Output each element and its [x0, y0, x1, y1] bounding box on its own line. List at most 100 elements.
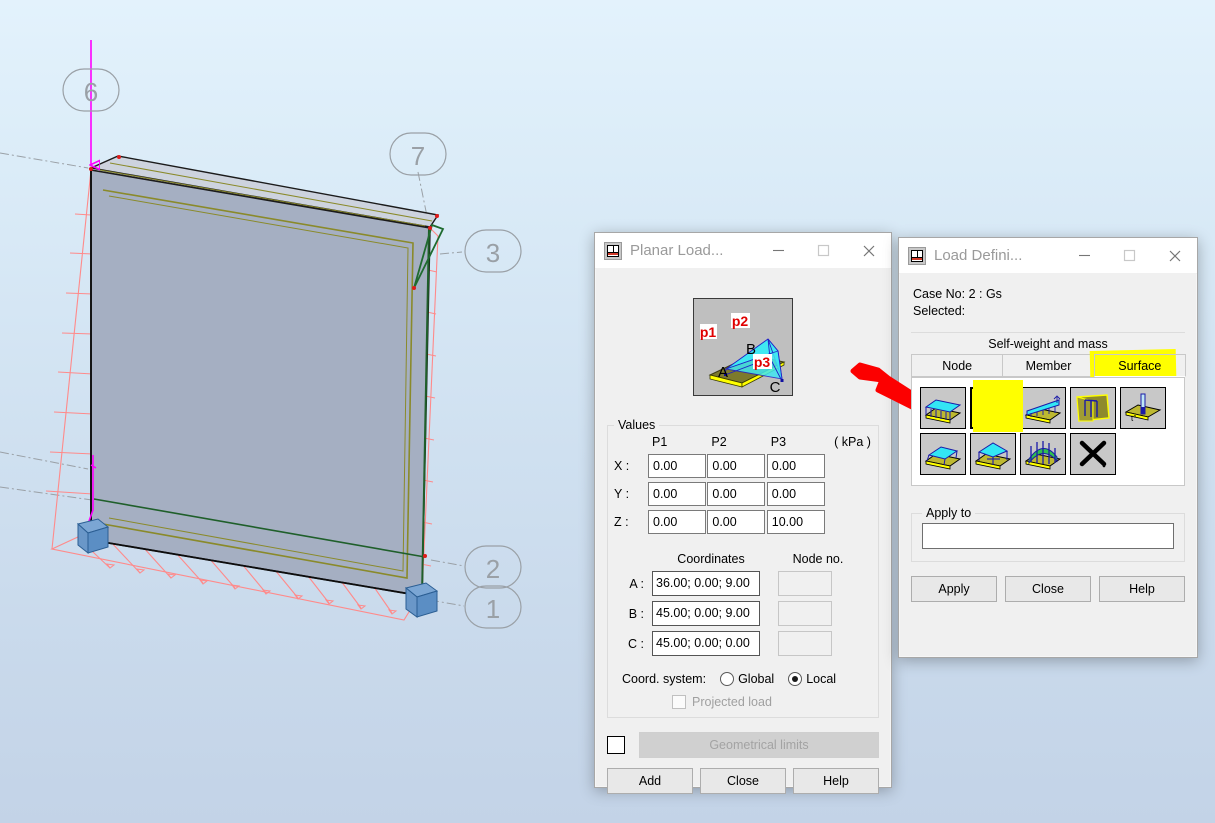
- coordinates-header: Coordinates: [652, 552, 770, 566]
- load-definition-dialog[interactable]: Load Defini... Case No: 2 : Gs Selected:…: [898, 237, 1198, 658]
- coordinate-row-a: A : 36.00; 0.00; 9.00: [614, 571, 872, 596]
- uniform-surface-load-icon[interactable]: [920, 387, 966, 429]
- coord-label-c: C :: [614, 637, 652, 651]
- minimize-button[interactable]: [1062, 238, 1107, 274]
- input-x-p1[interactable]: 0.00: [648, 454, 706, 478]
- input-coord-b[interactable]: 45.00; 0.00; 9.00: [652, 601, 760, 626]
- hydrostatic-load-icon[interactable]: [1020, 433, 1066, 475]
- input-z-p2[interactable]: 0.00: [707, 510, 765, 534]
- input-x-p3[interactable]: 0.00: [767, 454, 825, 478]
- surface-load-arrows-wall: [46, 170, 93, 549]
- close-button-loaddef[interactable]: Close: [1005, 576, 1091, 602]
- planar-load-title: Planar Load...: [630, 242, 756, 259]
- linear-3point-surface-load-icon[interactable]: [970, 387, 1016, 429]
- values-row-y: Y : 0.00 0.00 0.00: [614, 480, 872, 508]
- projected-load-checkbox[interactable]: [672, 695, 686, 709]
- icon-grid-row-1: t°: [920, 387, 1176, 429]
- node-label-6: 6: [84, 77, 98, 107]
- planar-load-preview-image: p2 p1 p3 A B C: [693, 298, 793, 396]
- preview-label-c: C: [770, 379, 781, 395]
- preview-label-b: B: [746, 341, 756, 358]
- surface-load-on-contour-icon[interactable]: [1070, 387, 1116, 429]
- values-group-label: Values: [614, 418, 659, 432]
- input-coord-c[interactable]: 45.00; 0.00; 0.00: [652, 631, 760, 656]
- col-p2: P2: [707, 435, 766, 452]
- load-type-tabs: Node Member Surface: [911, 354, 1185, 377]
- col-p1: P1: [648, 435, 707, 452]
- close-button-planar[interactable]: Close: [700, 768, 786, 794]
- row-label-x: X :: [614, 452, 648, 480]
- load-definition-title: Load Defini...: [934, 247, 1062, 264]
- app-root: 6 7 3 2 1 Planar Load...: [0, 0, 1215, 823]
- radio-local[interactable]: [788, 672, 802, 686]
- radio-global[interactable]: [720, 672, 734, 686]
- planar-load-titlebar[interactable]: Planar Load...: [595, 233, 891, 269]
- maximize-button[interactable]: [1107, 238, 1152, 274]
- load-definition-titlebar[interactable]: Load Defini...: [899, 238, 1197, 274]
- preview-container: p2 p1 p3 A B C: [595, 298, 891, 396]
- apply-to-label: Apply to: [922, 506, 975, 520]
- window-load-icon: [908, 247, 926, 265]
- red-pointer-arrow: [848, 362, 918, 412]
- close-button[interactable]: [846, 233, 891, 269]
- planar-3point-load-icon[interactable]: [970, 433, 1016, 475]
- load-definition-buttons: Apply Close Help: [911, 576, 1185, 602]
- icon-grid-row-2: [920, 433, 1176, 475]
- maximize-button[interactable]: [801, 233, 846, 269]
- input-node-b[interactable]: [778, 601, 832, 626]
- self-weight-and-mass-label: Self-weight and mass: [911, 332, 1185, 351]
- thermal-surface-load-icon[interactable]: t°: [1120, 387, 1166, 429]
- values-table: P1 P2 P3 ( kPa ) X : 0.00 0.00 0.00 Y :: [614, 435, 872, 536]
- preview-label-a: A: [718, 364, 728, 381]
- planar-load-dialog[interactable]: Planar Load...: [594, 232, 892, 788]
- surface-load-icon-grid: t°: [911, 377, 1185, 486]
- values-row-z: Z : 0.00 0.00 10.00: [614, 508, 872, 536]
- help-button-planar[interactable]: Help: [793, 768, 879, 794]
- values-header-row: P1 P2 P3 ( kPa ): [614, 435, 872, 452]
- planar-load-window-controls: [756, 233, 891, 269]
- coordinate-row-c: C : 45.00; 0.00; 0.00: [614, 631, 872, 656]
- tab-member[interactable]: Member: [1002, 354, 1094, 377]
- coord-system-row: Coord. system: Global Local: [614, 672, 872, 686]
- input-x-p2[interactable]: 0.00: [707, 454, 765, 478]
- apply-button[interactable]: Apply: [911, 576, 997, 602]
- node-no-header: Node no.: [778, 552, 858, 566]
- selected-label: Selected:: [899, 304, 1197, 318]
- load-definition-body: Case No: 2 : Gs Selected: Self-weight an…: [899, 287, 1197, 602]
- input-y-p3[interactable]: 0.00: [767, 482, 825, 506]
- minimize-button[interactable]: [756, 233, 801, 269]
- uniform-planar-load-icon[interactable]: [920, 433, 966, 475]
- tab-surface[interactable]: Surface: [1094, 354, 1186, 377]
- geometrical-limits-checkbox[interactable]: [607, 736, 625, 754]
- tab-node[interactable]: Node: [911, 354, 1003, 377]
- preview-label-p3: p3: [754, 354, 771, 370]
- input-y-p2[interactable]: 0.00: [707, 482, 765, 506]
- unit-label: ( kPa ): [826, 435, 872, 452]
- row-label-y: Y :: [614, 480, 648, 508]
- linear-strip-load-icon[interactable]: [1020, 387, 1066, 429]
- node-label-1: 1: [486, 594, 500, 624]
- input-y-p1[interactable]: 0.00: [648, 482, 706, 506]
- input-coord-a[interactable]: 36.00; 0.00; 9.00: [652, 571, 760, 596]
- apply-to-input[interactable]: [922, 523, 1174, 549]
- geometrical-limits-row: Geometrical limits: [607, 732, 879, 758]
- geometrical-limits-button[interactable]: Geometrical limits: [639, 732, 879, 758]
- col-p3: P3: [767, 435, 826, 452]
- support-block-right: [406, 583, 437, 617]
- tab-surface-label: Surface: [1118, 359, 1161, 373]
- delete-load-icon[interactable]: [1070, 433, 1116, 475]
- input-z-p1[interactable]: 0.00: [648, 510, 706, 534]
- projected-load-label: Projected load: [692, 695, 772, 709]
- help-button-loaddef[interactable]: Help: [1099, 576, 1185, 602]
- apply-to-group: Apply to: [911, 506, 1185, 562]
- close-button[interactable]: [1152, 238, 1197, 274]
- add-button[interactable]: Add: [607, 768, 693, 794]
- values-row-x: X : 0.00 0.00 0.00: [614, 452, 872, 480]
- radio-global-label: Global: [738, 672, 774, 686]
- coord-label-b: B :: [614, 607, 652, 621]
- input-node-c[interactable]: [778, 631, 832, 656]
- input-z-p3[interactable]: 10.00: [767, 510, 825, 534]
- coord-system-label: Coord. system:: [622, 672, 706, 686]
- svg-text:t°: t°: [1131, 414, 1136, 423]
- input-node-a[interactable]: [778, 571, 832, 596]
